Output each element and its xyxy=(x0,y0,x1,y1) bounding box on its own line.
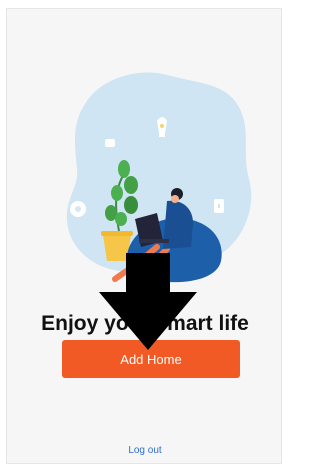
wall-device-icon xyxy=(105,139,115,147)
log-out-link[interactable]: Log out xyxy=(7,445,283,456)
hero-illustration xyxy=(66,72,252,283)
app-screen: Enjoy your smart life Add Home Log out xyxy=(6,8,282,464)
add-home-button[interactable]: Add Home xyxy=(62,340,240,378)
page-headline: Enjoy your smart life xyxy=(41,312,249,335)
